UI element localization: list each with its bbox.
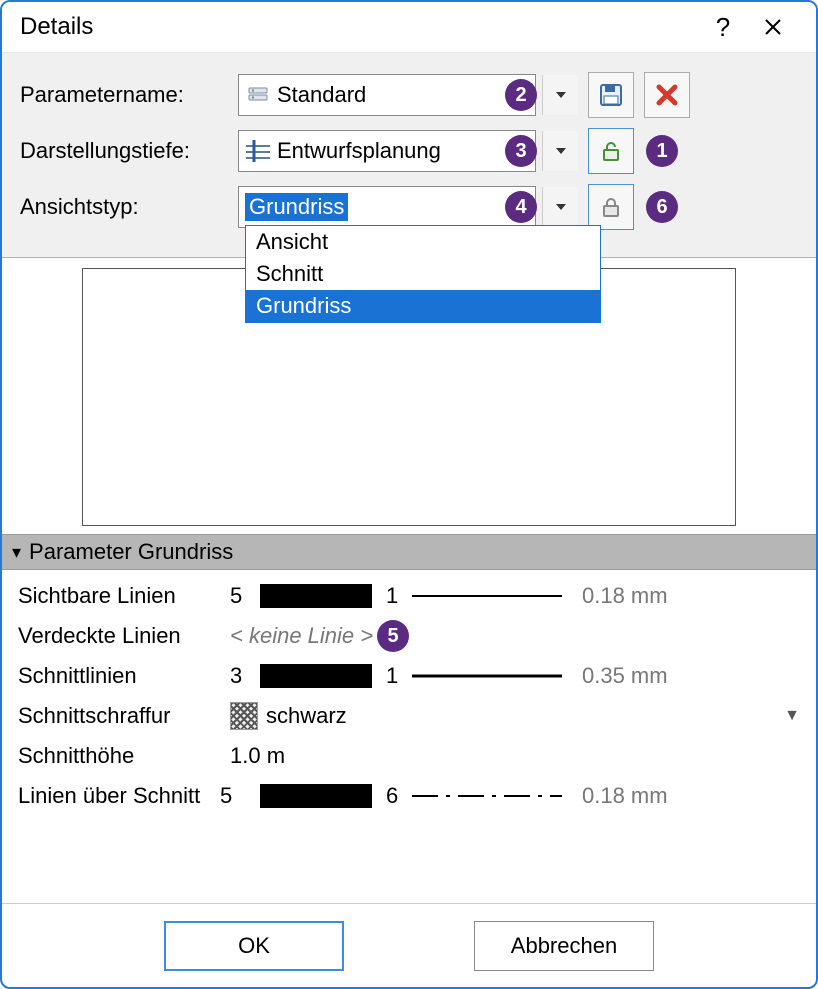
ansichtstyp-option-grundriss[interactable]: Grundriss <box>246 290 600 322</box>
darstellungstiefe-value: Entwurfsplanung <box>277 138 535 164</box>
badge-6: 6 <box>646 191 678 223</box>
parametername-label: Parametername: <box>20 82 238 108</box>
depth-icon <box>245 138 271 164</box>
help-button[interactable]: ? <box>698 2 748 52</box>
chevron-down-icon <box>556 92 566 98</box>
badge-5: 5 <box>377 620 409 652</box>
schnittlinien-v1[interactable]: 3 <box>230 663 260 689</box>
sichtbare-color-swatch[interactable] <box>260 584 372 608</box>
unlock-icon <box>599 139 623 163</box>
darstellungstiefe-dropdown-arrow[interactable] <box>542 131 578 171</box>
footer: OK Abbrechen <box>2 903 816 987</box>
schnittlinien-dim: 0.35 mm <box>582 663 668 689</box>
ansichtstyp-value: Grundriss <box>245 193 348 221</box>
sichtbare-dim: 0.18 mm <box>582 583 668 609</box>
ueber-label: Linien über Schnitt <box>18 783 220 809</box>
row-schnittschraffur: Schnittschraffur schwarz ▼ <box>18 696 800 736</box>
lock-icon <box>599 195 623 219</box>
chevron-down-icon <box>556 204 566 210</box>
badge-3: 3 <box>505 135 537 167</box>
row-schnittlinien: Schnittlinien 3 1 0.35 mm <box>18 656 800 696</box>
schnittlinien-line-preview[interactable] <box>412 662 562 690</box>
sichtbare-line-preview[interactable] <box>412 582 562 610</box>
ueber-v2[interactable]: 6 <box>386 783 412 809</box>
lock-button[interactable] <box>588 184 634 230</box>
schraffur-value[interactable]: schwarz <box>266 703 347 729</box>
ueber-color-swatch[interactable] <box>260 784 372 808</box>
darstellungstiefe-combo[interactable]: Entwurfsplanung 3 <box>238 130 536 172</box>
sichtbare-v1[interactable]: 5 <box>230 583 260 609</box>
schnittlinien-label: Schnittlinien <box>18 663 230 689</box>
row-parametername: Parametername: Standard 2 <box>20 71 798 119</box>
schnittlinien-v2[interactable]: 1 <box>386 663 412 689</box>
row-darstellungstiefe: Darstellungstiefe: Entwurfsplanung 3 1 <box>20 127 798 175</box>
chevron-down-icon: ▾ <box>12 542 21 563</box>
delete-icon <box>655 83 679 107</box>
badge-1: 1 <box>646 135 678 167</box>
row-schnitthoehe: Schnitthöhe 1.0 m <box>18 736 800 776</box>
ueber-dim: 0.18 mm <box>582 783 668 809</box>
darstellungstiefe-label: Darstellungstiefe: <box>20 138 238 164</box>
cancel-button[interactable]: Abbrechen <box>474 921 654 971</box>
schraffur-label: Schnittschraffur <box>18 703 230 729</box>
schraffur-expand[interactable]: ▼ <box>770 707 800 725</box>
ueber-v1[interactable]: 5 <box>220 783 260 809</box>
ansichtstyp-combo[interactable]: Grundriss 4 <box>238 186 536 228</box>
database-icon <box>245 82 271 108</box>
close-icon <box>763 17 783 37</box>
badge-2: 2 <box>505 79 537 111</box>
parametername-value: Standard <box>277 82 535 108</box>
window-title: Details <box>20 13 698 41</box>
save-icon <box>598 82 624 108</box>
parametername-combo[interactable]: Standard 2 <box>238 74 536 116</box>
ok-button[interactable]: OK <box>164 921 344 971</box>
hoehe-value[interactable]: 1.0 m <box>230 743 285 769</box>
ansichtstyp-option-schnitt[interactable]: Schnitt <box>246 258 600 290</box>
row-verdeckte-linien: Verdeckte Linien < keine Linie > 5 <box>18 616 800 656</box>
ansichtstyp-option-ansicht[interactable]: Ansicht <box>246 226 600 258</box>
row-sichtbare-linien: Sichtbare Linien 5 1 0.18 mm <box>18 576 800 616</box>
verdeckte-label: Verdeckte Linien <box>18 623 230 649</box>
close-button[interactable] <box>748 2 798 52</box>
form-area: Parametername: Standard 2 Darstellungsti… <box>2 52 816 258</box>
parametername-dropdown-arrow[interactable] <box>542 75 578 115</box>
chevron-down-icon <box>556 148 566 154</box>
badge-4: 4 <box>505 191 537 223</box>
row-linien-ueber-schnitt: Linien über Schnitt 5 6 0.18 mm <box>18 776 800 816</box>
section-title: Parameter Grundriss <box>29 539 233 565</box>
ansichtstyp-dropdown-arrow[interactable] <box>542 187 578 227</box>
save-button[interactable] <box>588 72 634 118</box>
sichtbare-v2[interactable]: 1 <box>386 583 412 609</box>
unlock-button[interactable] <box>588 128 634 174</box>
schnittlinien-color-swatch[interactable] <box>260 664 372 688</box>
hoehe-label: Schnitthöhe <box>18 743 230 769</box>
ueber-line-preview[interactable] <box>412 782 562 810</box>
sichtbare-label: Sichtbare Linien <box>18 583 230 609</box>
title-bar: Details ? <box>2 2 816 52</box>
section-header[interactable]: ▾ Parameter Grundriss <box>2 534 816 570</box>
delete-button[interactable] <box>644 72 690 118</box>
ansichtstyp-dropdown-list: Ansicht Schnitt Grundriss <box>245 225 601 323</box>
parameter-grid: Sichtbare Linien 5 1 0.18 mm Verdeckte L… <box>2 570 816 816</box>
ansichtstyp-label: Ansichtstyp: <box>20 194 238 220</box>
dialog-window: Details ? Parametername: Standard 2 <box>0 0 818 989</box>
row-ansichtstyp: Ansichtstyp: Grundriss 4 6 <box>20 183 798 231</box>
verdeckte-placeholder[interactable]: < keine Linie > <box>230 623 373 649</box>
hatch-icon[interactable] <box>230 702 258 730</box>
